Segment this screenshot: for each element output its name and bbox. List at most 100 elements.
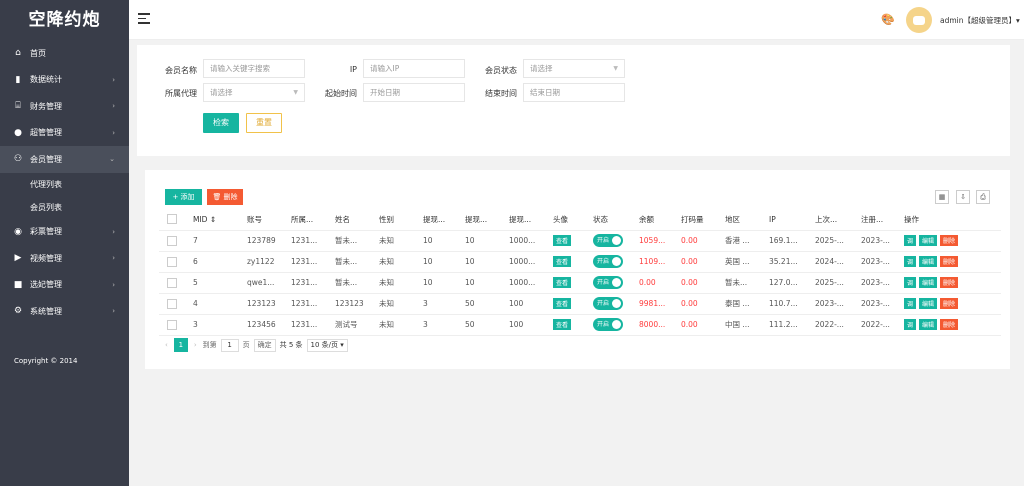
column-header[interactable]: 所属...	[283, 209, 327, 231]
row-checkbox[interactable]	[159, 251, 185, 273]
sidebar-item-users[interactable]: ⚇ 会员管理 ⌄	[0, 146, 129, 173]
column-header[interactable]: 性别	[371, 209, 415, 231]
column-header[interactable]: 打码量	[673, 209, 717, 231]
search-button[interactable]: 检索	[203, 113, 239, 133]
status-toggle[interactable]: 开启	[593, 276, 623, 289]
sidebar-item-label: 超管管理	[30, 128, 62, 138]
status-toggle[interactable]: 开启	[593, 234, 623, 247]
delete-row-button[interactable]: 删除	[940, 277, 959, 288]
palette-icon[interactable]: 🎨	[881, 13, 895, 26]
edit-button[interactable]: 编辑	[919, 256, 938, 267]
print-icon[interactable]: ⎙	[976, 190, 990, 204]
end-date-input[interactable]: 结束日期	[523, 83, 625, 102]
sidebar-item-gamepad[interactable]: ◉ 彩票管理 ›	[0, 219, 129, 246]
delete-button[interactable]: 🗑 删除	[207, 189, 243, 205]
add-button[interactable]: + 添加	[165, 189, 202, 205]
menu-toggle-icon[interactable]	[138, 13, 150, 25]
status-toggle[interactable]: 开启	[593, 255, 623, 268]
column-header[interactable]: 姓名	[327, 209, 371, 231]
table-cell: qwe1...	[239, 272, 283, 294]
column-header[interactable]: IP	[761, 209, 807, 231]
view-avatar-button[interactable]: 查看	[553, 256, 572, 267]
table-header-row: MID ⇕ 账号 所属... 姓名 性别 提现... 提现... 提现... 头像 状态 余额 打码量…	[159, 209, 1001, 231]
column-header[interactable]: 注册...	[853, 209, 896, 231]
table-row[interactable]: 6 zy1122 1231... 暂未... 未知 10 10 1000... 查看 开启 1109…	[159, 251, 1001, 273]
export-icon[interactable]: ⇩	[956, 190, 970, 204]
reset-button[interactable]: 重置	[246, 113, 282, 133]
table-row[interactable]: 5 qwe1... 1231... 暂未... 未知 10 10 1000... 查看 开启 0.0…	[159, 272, 1001, 294]
page-size-select[interactable]: 10 条/页 ▾	[306, 338, 348, 352]
sidebar-item-user[interactable]: ● 超管管理 ›	[0, 120, 129, 147]
adjust-button[interactable]: 调	[904, 298, 917, 309]
view-avatar-button[interactable]: 查看	[553, 277, 572, 288]
edit-button[interactable]: 编辑	[919, 298, 938, 309]
agent-select[interactable]: 请选择 ▼	[203, 83, 305, 102]
bank-icon: ⌸	[15, 101, 21, 112]
view-avatar-button[interactable]: 查看	[553, 298, 572, 309]
sidebar-item-camera[interactable]: ■ 选妃管理 ›	[0, 272, 129, 299]
admin-user-menu[interactable]: admin【超级管理员】▾	[940, 15, 1020, 26]
ip-input[interactable]: 请输入IP	[363, 59, 465, 78]
table-row[interactable]: 3 123456 1231... 测试号 未知 3 50 100 查看 开启 8000... 0.00…	[159, 314, 1001, 336]
delete-row-button[interactable]: 删除	[940, 298, 959, 309]
table-cell: 100	[501, 293, 545, 315]
adjust-button[interactable]: 调	[904, 256, 917, 267]
adjust-button[interactable]: 调	[904, 319, 917, 330]
start-date-input[interactable]: 开始日期	[363, 83, 465, 102]
sidebar-item-gear[interactable]: ⚙ 系统管理 ›	[0, 298, 129, 325]
avatar[interactable]	[906, 7, 932, 33]
column-header[interactable]: 账号	[239, 209, 283, 231]
current-page-button[interactable]: 1	[173, 338, 188, 352]
column-header[interactable]: 状态	[585, 209, 631, 231]
sidebar-item-bank[interactable]: ⌸ 财务管理 ›	[0, 93, 129, 120]
next-page-button[interactable]: ›	[194, 341, 197, 349]
row-checkbox[interactable]	[159, 230, 185, 252]
table-cell: 0.00	[673, 293, 717, 315]
delete-row-button[interactable]: 删除	[940, 319, 959, 330]
video-icon: ▶	[14, 253, 22, 264]
actions-cell: 调编辑 删除	[896, 293, 1001, 315]
sidebar-item-video[interactable]: ▶ 视频管理 ›	[0, 245, 129, 272]
goto-confirm-button[interactable]: 确定	[253, 338, 276, 352]
chevron-right-icon: ›	[112, 227, 115, 236]
column-header[interactable]: 上次...	[807, 209, 853, 231]
row-checkbox[interactable]	[159, 314, 185, 336]
prev-page-button[interactable]: ‹	[165, 341, 168, 349]
column-header[interactable]: MID ⇕	[185, 209, 239, 231]
row-checkbox[interactable]	[159, 272, 185, 294]
columns-filter-icon[interactable]: ▦	[935, 190, 949, 204]
gear-icon: ⚙	[13, 306, 23, 317]
column-header[interactable]: 操作	[896, 209, 1001, 231]
table-row[interactable]: 7 123789 1231... 暂未... 未知 10 10 1000... 查看 开启 1059…	[159, 230, 1001, 252]
sidebar-item-bar-chart[interactable]: ▮ 数据统计 ›	[0, 67, 129, 94]
adjust-button[interactable]: 调	[904, 277, 917, 288]
delete-row-button[interactable]: 删除	[940, 256, 959, 267]
table-row[interactable]: 4 123123 1231... 123123 未知 3 50 100 查看 开启 9981... 0…	[159, 293, 1001, 315]
table-cell: 35.21...	[761, 251, 807, 273]
adjust-button[interactable]: 调	[904, 235, 917, 246]
edit-button[interactable]: 编辑	[919, 277, 938, 288]
sidebar-item-home[interactable]: ⌂ 首页	[0, 40, 129, 67]
edit-button[interactable]: 编辑	[919, 235, 938, 246]
row-checkbox[interactable]	[159, 293, 185, 315]
view-avatar-button[interactable]: 查看	[553, 235, 572, 246]
status-select[interactable]: 请选择 ▼	[523, 59, 625, 78]
column-header[interactable]: 头像	[545, 209, 585, 231]
view-avatar-button[interactable]: 查看	[553, 319, 572, 330]
sidebar-subitem[interactable]: 代理列表	[0, 172, 129, 196]
column-header[interactable]: 余额	[631, 209, 673, 231]
status-toggle[interactable]: 开启	[593, 297, 623, 310]
column-header[interactable]: 提现...	[457, 209, 501, 231]
column-header[interactable]: 提现...	[415, 209, 457, 231]
table-cell: 5	[185, 272, 239, 294]
delete-row-button[interactable]: 删除	[940, 235, 959, 246]
status-toggle[interactable]: 开启	[593, 318, 623, 331]
select-all-checkbox[interactable]	[159, 209, 185, 231]
sidebar-subitem[interactable]: 会员列表	[0, 195, 129, 219]
page-number-input[interactable]: 1	[220, 338, 239, 352]
member-name-input[interactable]: 请输入关键字搜索	[203, 59, 305, 78]
column-header[interactable]: 地区	[717, 209, 761, 231]
end-time-label: 结束时间	[485, 89, 517, 98]
edit-button[interactable]: 编辑	[919, 319, 938, 330]
column-header[interactable]: 提现...	[501, 209, 545, 231]
